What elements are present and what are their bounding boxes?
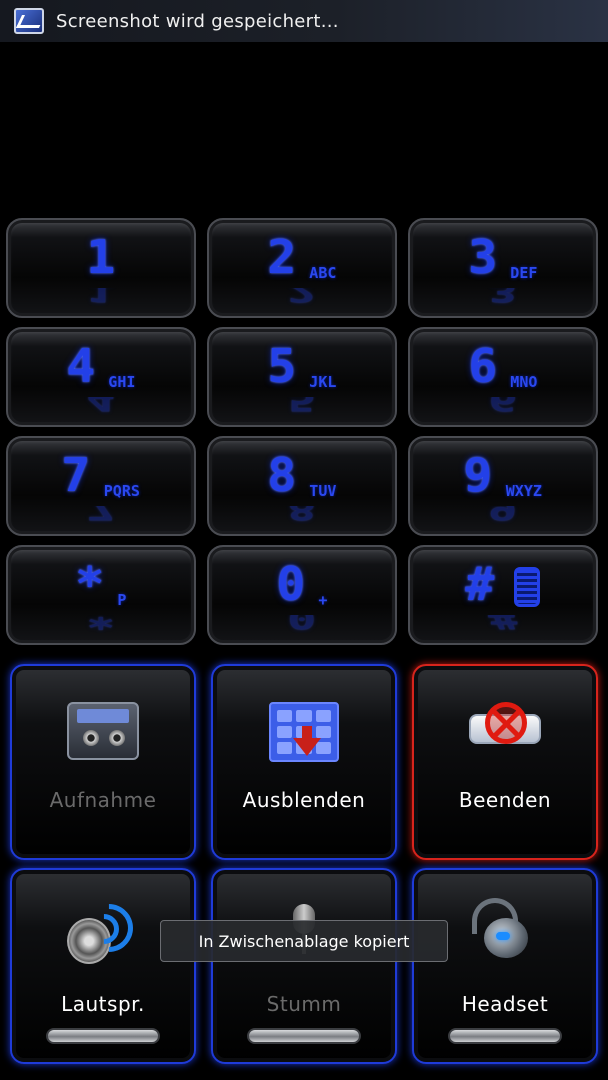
key-digit-reflection: 3 <box>488 288 518 306</box>
key-digit: 3 <box>467 230 497 284</box>
key-letters: DEF <box>510 264 538 282</box>
key-digit-reflection: 1 <box>86 288 116 306</box>
key-digit-reflection: 4 <box>86 397 116 415</box>
end-call-label: Beenden <box>458 788 552 812</box>
key-hash[interactable]: # # <box>408 545 598 645</box>
key-5[interactable]: 5 JKL 5 <box>207 327 397 427</box>
key-digit: 6 <box>467 339 497 393</box>
key-7[interactable]: 7 PQRS 7 <box>6 436 196 536</box>
speaker-label: Lautspr. <box>61 992 145 1016</box>
key-digit-reflection: 9 <box>488 506 518 524</box>
key-letters: ABC <box>309 264 337 282</box>
key-letters: JKL <box>309 373 337 391</box>
end-call-icon <box>465 702 545 758</box>
mute-button[interactable]: Stumm <box>211 868 397 1064</box>
vibrate-phone-icon <box>513 567 540 607</box>
key-digit-reflection: * <box>86 615 116 633</box>
screenshot-icon <box>14 8 44 34</box>
speaker-button[interactable]: Lautspr. <box>10 868 196 1064</box>
key-digit: 2 <box>266 230 296 284</box>
hide-keypad-icon <box>269 702 339 762</box>
key-letters: P <box>117 591 127 609</box>
cassette-icon <box>67 702 139 760</box>
speaker-icon <box>67 894 143 968</box>
key-digit: 8 <box>266 448 296 502</box>
headset-icon <box>466 898 544 968</box>
key-letters: MNO <box>510 373 538 391</box>
key-digit-reflection: 7 <box>86 506 116 524</box>
key-digit-reflection: # <box>488 615 518 633</box>
key-letters: TUV <box>309 482 337 500</box>
key-digit: 9 <box>463 448 493 502</box>
headset-button[interactable]: Headset <box>412 868 598 1064</box>
key-digit: # <box>465 557 495 611</box>
key-digit: 1 <box>86 230 116 284</box>
key-6[interactable]: 6 MNO 6 <box>408 327 598 427</box>
key-0[interactable]: 0 + 0 <box>207 545 397 645</box>
status-notification-text: Screenshot wird gespeichert... <box>56 10 339 32</box>
record-button[interactable]: Aufnahme <box>10 664 196 860</box>
headset-indicator <box>448 1028 562 1044</box>
copied-toast: In Zwischenablage kopiert <box>160 920 448 962</box>
key-digit-reflection: 5 <box>287 397 317 415</box>
key-letters: GHI <box>108 373 136 391</box>
mute-indicator <box>247 1028 361 1044</box>
key-digit-reflection: 0 <box>287 615 317 633</box>
key-digit: 7 <box>61 448 91 502</box>
speaker-indicator <box>46 1028 160 1044</box>
key-digit: 5 <box>266 339 296 393</box>
key-4[interactable]: 4 GHI 4 <box>6 327 196 427</box>
hide-keypad-button[interactable]: Ausblenden <box>211 664 397 860</box>
key-1[interactable]: 1 1 <box>6 218 196 318</box>
key-digit: 4 <box>65 339 95 393</box>
key-3[interactable]: 3 DEF 3 <box>408 218 598 318</box>
key-digit-reflection: 6 <box>488 397 518 415</box>
key-9[interactable]: 9 WXYZ 9 <box>408 436 598 536</box>
key-letters: PQRS <box>103 482 140 500</box>
key-digit-reflection: 2 <box>287 288 317 306</box>
key-letters: + <box>318 591 328 609</box>
hide-keypad-label: Ausblenden <box>242 788 366 812</box>
key-letters: WXYZ <box>505 482 542 500</box>
status-bar: Screenshot wird gespeichert... <box>0 0 608 42</box>
key-digit-reflection: 8 <box>287 506 317 524</box>
end-call-button[interactable]: Beenden <box>412 664 598 860</box>
mute-label: Stumm <box>266 992 342 1016</box>
record-label: Aufnahme <box>49 788 157 812</box>
key-2[interactable]: 2 ABC 2 <box>207 218 397 318</box>
key-digit: 0 <box>275 557 306 611</box>
headset-label: Headset <box>461 992 549 1016</box>
key-8[interactable]: 8 TUV 8 <box>207 436 397 536</box>
key-star[interactable]: * P * <box>6 545 196 645</box>
key-digit: * <box>74 557 105 611</box>
